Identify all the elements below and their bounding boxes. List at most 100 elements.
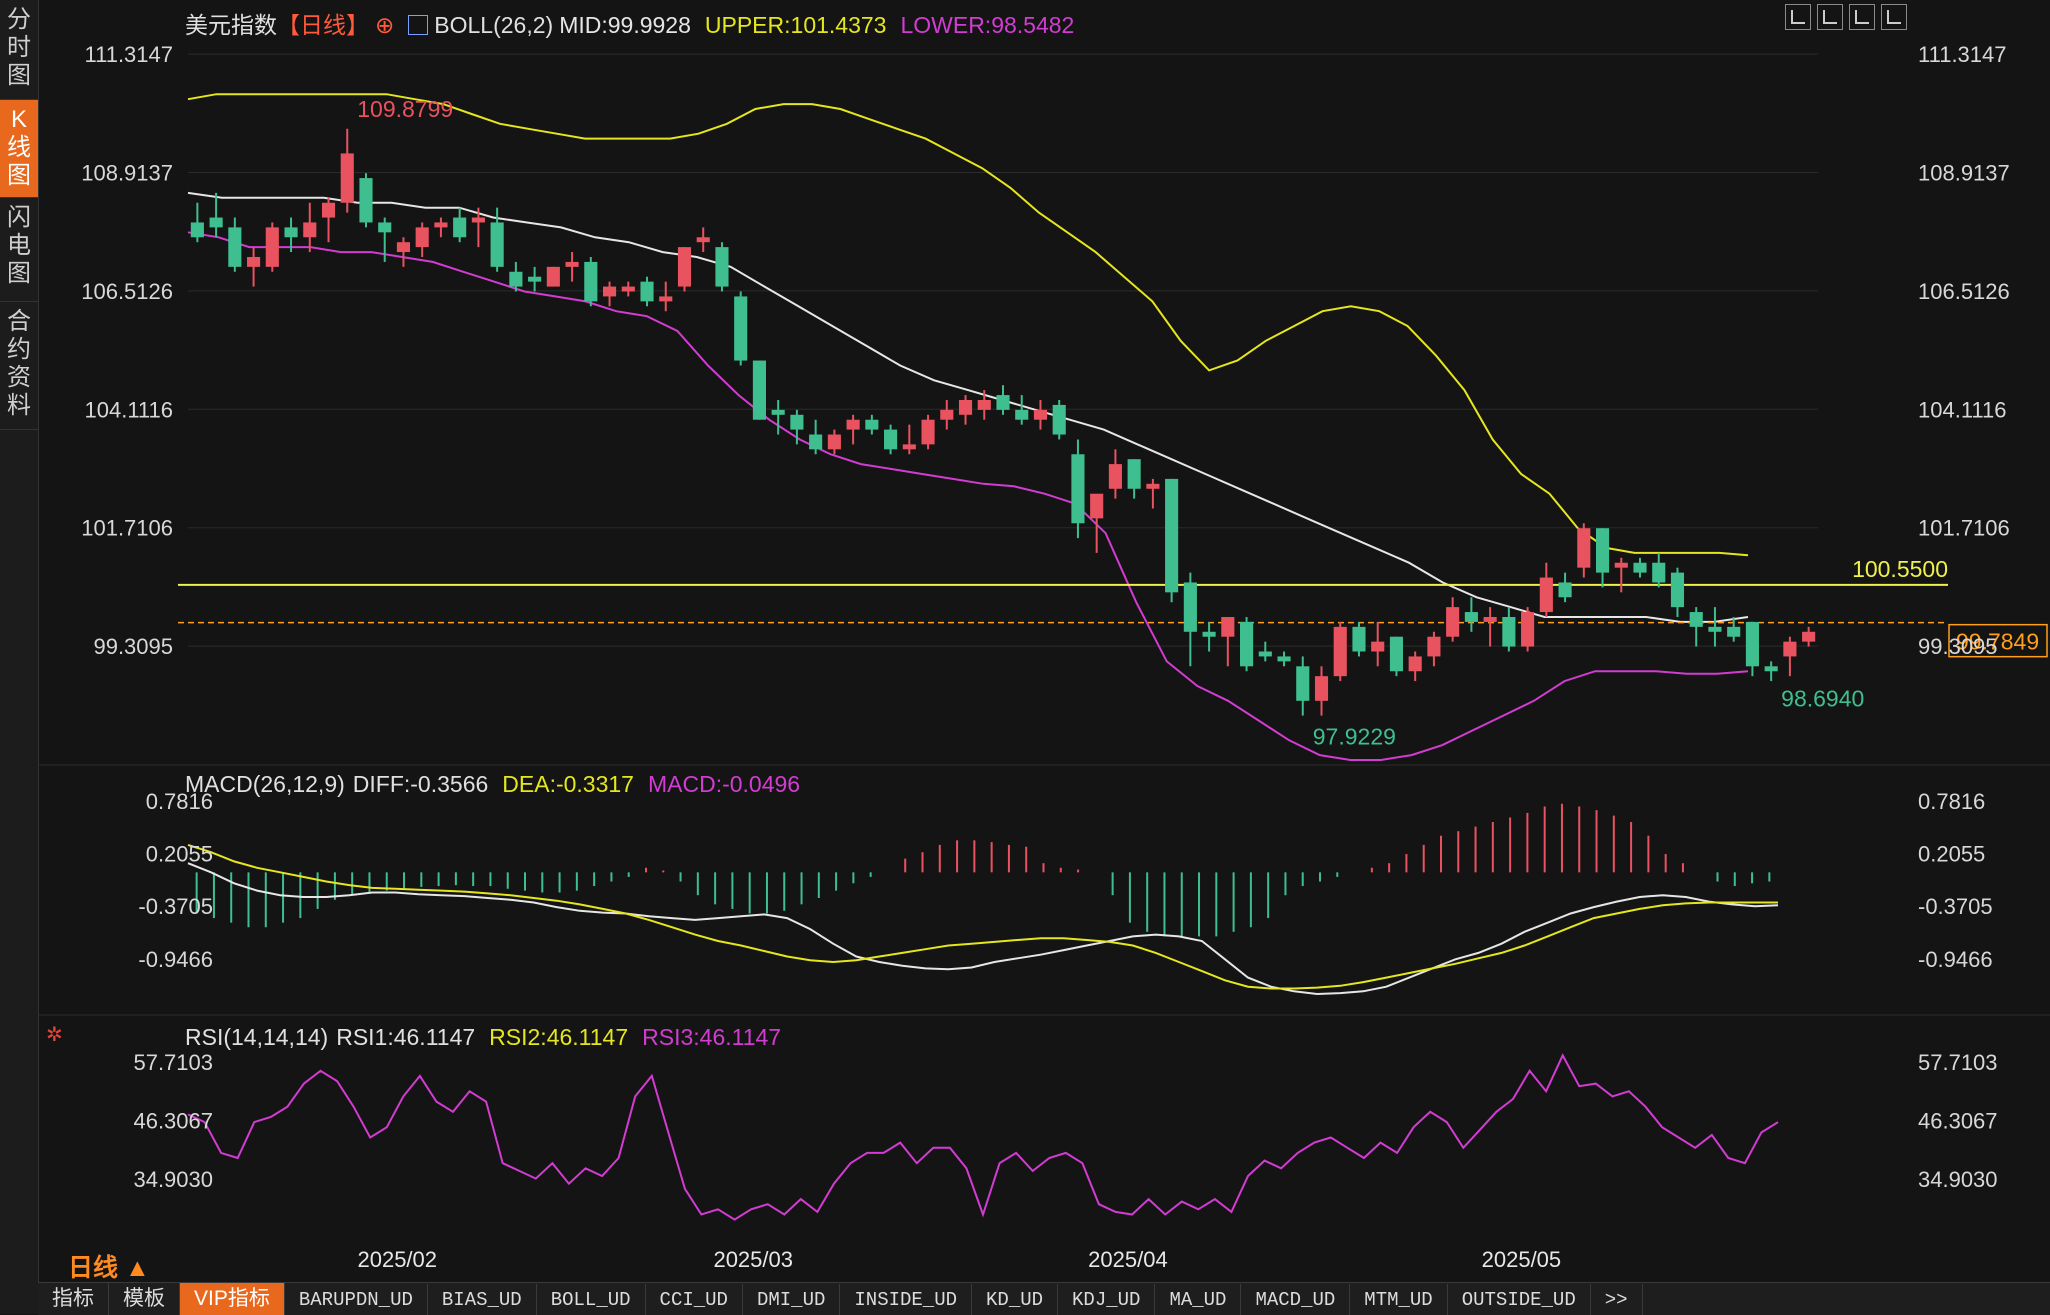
macd-label: MACD(26,12,9) [185,771,345,797]
macd-diff: DIFF:-0.3566 [352,771,489,797]
indicator-tab-7[interactable]: DMI_UD [743,1284,841,1315]
boll-header: 美元指数【日线】 ⊕ BOLL(26,2) MID:99.9928 UPPER:101.… [185,6,1088,40]
candle-body [602,286,617,297]
candle-body [1427,636,1441,657]
rsi-panel[interactable] [187,1053,1779,1221]
candle-body [471,217,485,223]
macd-panel[interactable] [187,803,1779,996]
period-selector[interactable]: 日线 ▲ [68,1248,150,1284]
candle-body [565,261,579,267]
indicator-tab-9[interactable]: KD_UD [972,1284,1059,1315]
price-annotation: 98.6940 [1781,686,1864,712]
candle-body [284,227,298,238]
settings-icon[interactable]: ✲ [46,1022,63,1047]
candle-body [640,281,654,302]
candle-body [902,444,916,450]
rsi-axis-left-tick: 34.9030 [133,1167,213,1192]
rsi-axis-left-tick: 57.7103 [133,1050,213,1075]
rsi-axis-left-tick: 46.3067 [133,1109,213,1134]
price-annotation: 109.8799 [357,96,453,122]
candle-body [1483,616,1497,622]
macd-axis-left-tick: -0.9466 [138,947,213,972]
candlesticks[interactable] [190,128,1816,716]
boll-mid: MID:99.9928 [559,12,691,38]
period-tag: 【日线】 [277,12,369,38]
candle-body [958,400,973,415]
indicator-tab-15[interactable]: >> [1591,1284,1643,1315]
candle-body [1708,626,1722,632]
indicator-tab-0[interactable]: 指标 [38,1283,109,1315]
candle-body [228,227,242,267]
candle-body [1802,631,1816,642]
candle-body [1670,572,1685,608]
candle-body [340,153,354,203]
price-axis-right-tick: 111.3147 [1918,42,2007,67]
macd-diff-line [187,862,1779,996]
indicator-icon[interactable] [408,15,429,35]
candle-body [752,360,766,420]
candle-body [303,222,317,238]
sidebar-tab-3[interactable]: 合约资料 [0,302,38,430]
candle-body [790,414,804,430]
crosshair-icon[interactable] [1785,4,1811,30]
sidebar: 分时图K线图闪电图合约资料 [0,0,39,1314]
candle-body [1614,562,1628,568]
candle-body [1277,656,1291,662]
candle-body [1577,528,1591,568]
axis-labels: 111.3147 111.3147 108.9137 108.9137 106.5126… [81,42,2010,1272]
zoom-in-icon[interactable] [1817,4,1843,30]
indicator-tab-11[interactable]: MA_UD [1155,1284,1242,1315]
price-axis-right-tick: 106.5126 [1918,279,2010,304]
horizontal-line-label: 100.5500 [1852,556,1948,582]
boll-lower-line [187,231,1749,761]
rsi-line [187,1053,1779,1221]
macd-header: MACD(26,12,9) DIFF:-0.3566 DEA:-0.3317 MACD… [185,771,814,798]
indicator-tab-2[interactable]: VIP指标 [180,1283,285,1315]
candle-body [1296,666,1310,701]
candle-body [1371,641,1385,652]
macd-axis-right-tick: 0.7816 [1918,789,1985,814]
sidebar-tab-0[interactable]: 分时图 [0,0,38,100]
candle-body [677,247,692,287]
indicator-tab-1[interactable]: 模板 [109,1283,180,1315]
indicator-tab-10[interactable]: KDJ_UD [1058,1284,1156,1315]
candle-body [977,400,991,410]
indicator-tab-3[interactable]: BARUPDN_UD [285,1284,428,1315]
candle-body [396,242,411,253]
indicator-tab-14[interactable]: OUTSIDE_UD [1448,1284,1591,1315]
candle-body [321,202,336,218]
candle-body [1258,651,1272,657]
sidebar-tab-1[interactable]: K线图 [0,100,38,198]
indicator-tab-4[interactable]: BIAS_UD [428,1284,537,1315]
candle-body [1052,404,1066,435]
macd-axis-right-tick: 0.2055 [1918,842,1985,867]
macd-dea-line [187,843,1778,990]
indicator-tab-13[interactable]: MTM_UD [1350,1284,1448,1315]
candle-body [1015,409,1029,420]
boll-upper: UPPER:101.4373 [704,12,887,38]
indicator-tab-6[interactable]: CCI_UD [646,1284,743,1315]
indicator-tab-8[interactable]: INSIDE_UD [840,1284,973,1315]
candle-body [265,227,279,267]
candle-body [1314,676,1329,701]
sidebar-tab-2[interactable]: 闪电图 [0,198,38,302]
candle-body [1464,612,1478,622]
zoom-out-icon[interactable] [1849,4,1875,30]
candle-body [1502,616,1516,647]
indicator-tab-12[interactable]: MACD_UD [1241,1284,1351,1315]
add-icon[interactable]: ⊕ [375,12,394,38]
kline-chart[interactable]: 100.550099.7849 109.8799 97.9229 98.6940 1… [38,0,2050,1282]
scroll-right-icon[interactable] [1881,4,1907,30]
candle-body [1202,631,1216,637]
price-annotation: 97.9229 [1313,724,1396,750]
candle-body [771,409,785,415]
macd-dea: DEA:-0.3317 [502,771,634,797]
candle-body [1727,626,1741,637]
symbol-name: 美元指数 [185,12,277,38]
candle-body [1521,612,1535,647]
candle-body [715,247,729,287]
candle-body [996,395,1010,410]
candle-body [434,222,448,228]
candle-body [1146,483,1160,489]
indicator-tab-5[interactable]: BOLL_UD [537,1284,646,1315]
